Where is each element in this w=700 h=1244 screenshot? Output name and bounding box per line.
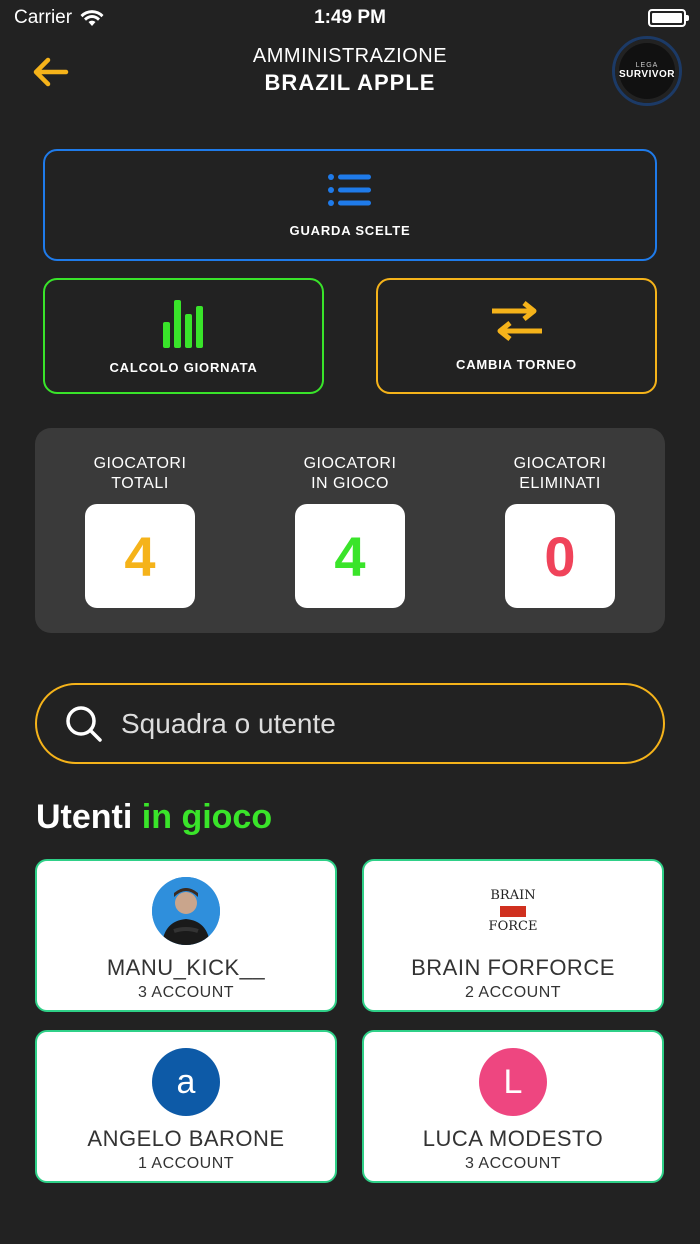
- user-card-manu-kick[interactable]: MANU_KICK__ 3 ACCOUNT: [35, 859, 337, 1012]
- avatar: L: [479, 1048, 547, 1116]
- user-name: BRAIN FORFORCE: [411, 955, 615, 980]
- user-account-count: 3 ACCOUNT: [464, 1155, 562, 1172]
- user-name: MANU_KICK__: [106, 955, 266, 980]
- header-subtitle: AMMINISTRAZIONE: [252, 45, 448, 67]
- stat-totali: GIOCATORI TOTALI 4: [65, 454, 215, 608]
- section-title-main: Utenti: [36, 798, 133, 836]
- avatar-initial: L: [503, 1062, 523, 1101]
- search-bar[interactable]: [35, 683, 665, 764]
- stat-value-card: 0: [505, 504, 615, 608]
- avatar: a: [152, 1048, 220, 1116]
- brain-logo-line2: FOR: [499, 906, 527, 917]
- logo-top-text: LEGA: [635, 62, 659, 69]
- avatar: BRAIN FOR FORCE: [479, 877, 547, 945]
- calcolo-giornata-label: CALCOLO GIORNATA: [109, 359, 258, 375]
- arrow-left-icon: [33, 57, 69, 87]
- stat-label-line2: ELIMINATI: [519, 475, 601, 492]
- user-account-count: 3 ACCOUNT: [137, 984, 235, 1001]
- stat-label: GIOCATORI IN GIOCO: [275, 454, 425, 494]
- user-account-count: 1 ACCOUNT: [137, 1155, 235, 1172]
- logo-main-text: SURVIVOR: [618, 69, 676, 80]
- guarda-scelte-label: GUARDA SCELTE: [289, 222, 411, 238]
- user-photo-icon: [152, 877, 220, 945]
- stats-panel: GIOCATORI TOTALI 4 GIOCATORI IN GIOCO 4 …: [35, 428, 665, 633]
- swap-arrows-icon: [491, 300, 542, 341]
- cambia-torneo-label: CAMBIA TORNEO: [456, 356, 577, 372]
- user-account-count: 2 ACCOUNT: [464, 984, 562, 1001]
- stat-label-line1: GIOCATORI: [93, 455, 187, 472]
- stat-value-card: 4: [85, 504, 195, 608]
- stat-label: GIOCATORI TOTALI: [65, 454, 215, 494]
- guarda-scelte-button[interactable]: GUARDA SCELTE: [43, 149, 657, 261]
- calcolo-giornata-button[interactable]: CALCOLO GIORNATA: [43, 278, 324, 394]
- stat-label-line2: TOTALI: [111, 475, 169, 492]
- brain-logo-line3: FORCE: [488, 919, 538, 934]
- user-name: LUCA MODESTO: [422, 1126, 604, 1151]
- stat-value: 0: [544, 524, 576, 588]
- user-name: ANGELO BARONE: [87, 1126, 285, 1151]
- stat-label-line2: IN GIOCO: [311, 475, 389, 492]
- lega-survivor-logo: LEGA SURVIVOR: [612, 36, 682, 106]
- stat-eliminati: GIOCATORI ELIMINATI 0: [485, 454, 635, 608]
- user-card-luca-modesto[interactable]: L LUCA MODESTO 3 ACCOUNT: [362, 1030, 664, 1183]
- header-titles: AMMINISTRAZIONE BRAZIL APPLE: [150, 45, 550, 96]
- battery-icon: [648, 9, 689, 27]
- user-card-brain-forforce[interactable]: BRAIN FOR FORCE BRAIN FORFORCE 2 ACCOUNT: [362, 859, 664, 1012]
- avatar-initial: a: [176, 1062, 196, 1101]
- status-time: 1:49 PM: [314, 7, 386, 28]
- header: AMMINISTRAZIONE BRAZIL APPLE LEGA SURVIV…: [0, 36, 700, 110]
- stat-in-gioco: GIOCATORI IN GIOCO 4: [275, 454, 425, 608]
- back-button[interactable]: [28, 50, 72, 94]
- section-title: Utenti in gioco: [36, 798, 272, 837]
- stat-label-line1: GIOCATORI: [303, 455, 397, 472]
- search-icon: [66, 705, 102, 742]
- brain-forforce-logo: BRAIN FOR FORCE: [489, 888, 538, 934]
- stat-value-card: 4: [295, 504, 405, 608]
- stat-label-line1: GIOCATORI: [513, 455, 607, 472]
- stat-label: GIOCATORI ELIMINATI: [485, 454, 635, 494]
- list-icon: [328, 173, 371, 206]
- section-title-accent: in gioco: [141, 798, 273, 836]
- avatar: [152, 877, 220, 945]
- stat-value: 4: [124, 524, 156, 588]
- stat-value: 4: [334, 524, 366, 588]
- page-title: BRAZIL APPLE: [264, 70, 436, 95]
- status-bar: Carrier 1:49 PM: [0, 0, 700, 36]
- brain-logo-line1: BRAIN: [490, 888, 536, 903]
- search-input[interactable]: [121, 707, 621, 740]
- bar-chart-icon: [162, 299, 203, 348]
- cambia-torneo-button[interactable]: CAMBIA TORNEO: [376, 278, 657, 394]
- user-card-angelo-barone[interactable]: a ANGELO BARONE 1 ACCOUNT: [35, 1030, 337, 1183]
